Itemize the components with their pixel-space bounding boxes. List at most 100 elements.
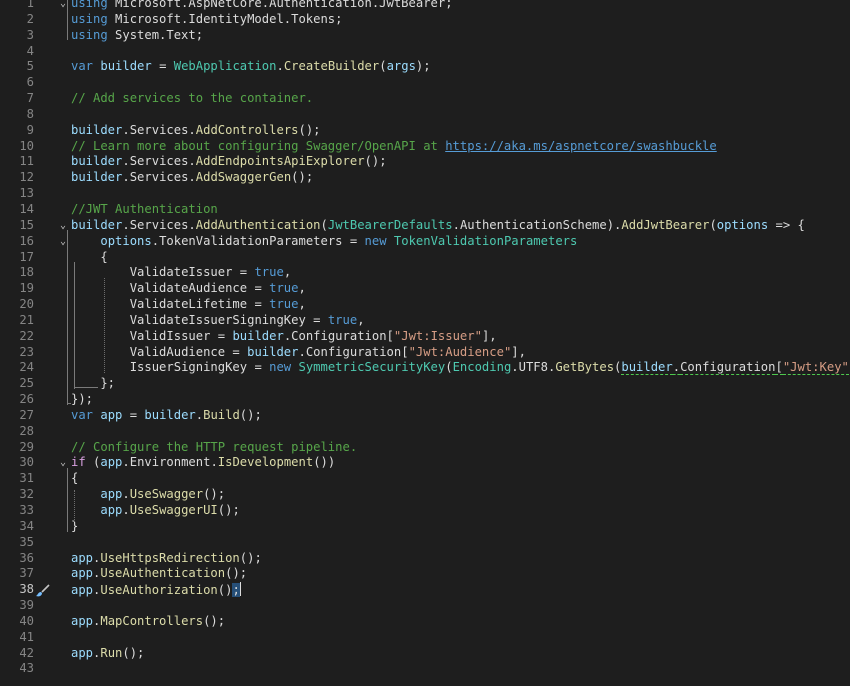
code-line[interactable]: 27 var app = builder.Build(); (0, 408, 850, 424)
code-text: builder.Services.AddEndpointsApiExplorer… (71, 154, 387, 170)
code-token: app (71, 583, 94, 598)
code-token: GetBytes (555, 360, 615, 375)
code-line[interactable]: 39 (0, 598, 850, 614)
code-token: ). (606, 217, 622, 232)
code-line[interactable]: 31 { (0, 471, 850, 487)
code-line[interactable]: 24 IssuerSigningKey = new SymmetricSecur… (0, 360, 850, 376)
code-line[interactable]: 22 ValidIssuer = builder.Configuration["… (0, 329, 850, 345)
code-token: . (122, 217, 130, 232)
code-token: . (195, 407, 204, 422)
code-line[interactable]: 13 (0, 186, 850, 202)
line-number: 27 (19, 407, 34, 422)
line-number: 36 (19, 550, 34, 565)
line-number: 11 (19, 154, 34, 169)
code-line[interactable]: 37 app.UseAuthentication(); (0, 566, 850, 582)
code-line[interactable]: 2 using Microsoft.IdentityModel.Tokens; (0, 12, 850, 28)
code-line[interactable]: 9 builder.Services.AddControllers(); (0, 123, 850, 139)
line-number: 10 (19, 138, 34, 153)
code-token: (); (217, 503, 240, 517)
code-line[interactable]: 21 ValidateIssuerSigningKey = true, (0, 313, 850, 329)
code-line[interactable]: 19 ValidateAudience = true, (0, 281, 850, 297)
line-number: 16 (19, 233, 34, 248)
code-line[interactable]: 7 // Add services to the container. (0, 91, 850, 107)
code-line[interactable]: 11 builder.Services.AddEndpointsApiExplor… (0, 154, 850, 170)
line-number: 13 (19, 186, 34, 201)
code-line[interactable]: 35 (0, 535, 850, 551)
code-token: = (151, 59, 174, 74)
code-token: app (100, 407, 123, 422)
code-token: TokenValidationParameters (393, 233, 578, 248)
code-line[interactable]: 6 (0, 75, 850, 91)
code-line[interactable]: 1 ⌄ using Microsoft.AspNetCore.Authenticat… (0, 0, 850, 12)
code-token: [ (386, 328, 394, 343)
code-text: using Microsoft.AspNetCore.Authenticatio… (71, 0, 453, 12)
code-line[interactable]: 23 ValidAudience = builder.Configuration… (0, 345, 850, 361)
code-line[interactable]: 5 var builder = WebApplication.CreateBuil… (0, 59, 850, 75)
code-line[interactable]: 38 app.UseAuthorization(); (0, 582, 850, 598)
line-number: 41 (19, 629, 34, 644)
code-line[interactable]: 17 { (0, 250, 850, 266)
code-token: app (71, 645, 94, 660)
code-line[interactable]: 26}); (0, 392, 850, 408)
code-token: UseSwagger (129, 487, 204, 502)
code-token: IsDevelopment (217, 455, 314, 470)
code-line[interactable]: 34} (0, 519, 850, 535)
code-token: AuthenticationScheme (459, 217, 607, 232)
code-token: SymmetricSecurityKey (298, 360, 446, 375)
code-line[interactable]: 40 app.MapControllers(); (0, 614, 850, 630)
code-text: // Add services to the container. (71, 91, 313, 107)
code-line[interactable]: 42 app.Run(); (0, 646, 850, 662)
code-token: . (511, 360, 519, 375)
code-token: . (210, 455, 218, 470)
code-text: using System.Text; (71, 28, 203, 44)
code-line[interactable]: 8 (0, 107, 850, 123)
comment-link[interactable]: https://aka.ms/aspnetcore/swashbuckle (445, 139, 717, 153)
code-line[interactable]: 28 (0, 424, 850, 440)
code-line[interactable]: 41 (0, 630, 850, 646)
code-line[interactable]: 25 }; (0, 376, 850, 392)
code-editor[interactable]: 1 ⌄ using Microsoft.AspNetCore.Authenticat… (0, 0, 850, 686)
code-line[interactable]: 30 ⌄ if (app.Environment.IsDevelopment()) (0, 455, 850, 471)
code-text: var builder = WebApplication.CreateBuild… (71, 59, 431, 75)
code-token: (); (364, 154, 387, 169)
code-token: ; (232, 583, 240, 598)
paintbrush-icon[interactable] (35, 584, 51, 598)
code-line[interactable]: 33 app.UseSwaggerUI(); (0, 503, 850, 519)
code-text: builder.Services.AddAuthentication(JwtBe… (71, 218, 805, 234)
code-line[interactable]: 10 // Learn more about configuring Swagge… (0, 139, 850, 155)
code-line[interactable]: 12 builder.Services.AddSwaggerGen(); (0, 170, 850, 186)
code-line[interactable]: 15 ⌄ builder.Services.AddAuthentication(Jw… (0, 218, 850, 234)
code-token: (); (291, 170, 314, 185)
code-line[interactable]: 3 using System.Text; (0, 28, 850, 44)
code-line[interactable]: 36 app.UseHttpsRedirection(); (0, 551, 850, 567)
code-token: true (269, 297, 299, 312)
code-token: ValidAudience (129, 344, 226, 359)
code-line[interactable]: 18 ValidateIssuer = true, (0, 265, 850, 281)
code-text: }); (71, 392, 93, 408)
code-line[interactable]: 32 app.UseSwagger(); (0, 487, 850, 503)
code-token: . (122, 487, 130, 502)
code-token: , (357, 312, 365, 327)
code-token: Microsoft.IdentityModel.Tokens (107, 11, 336, 26)
code-line[interactable]: 43 (0, 661, 850, 677)
code-token: JwtBearerDefaults (327, 217, 453, 232)
code-token: Services (129, 122, 189, 137)
code-line[interactable]: 20 ValidateLifetime = true, (0, 297, 850, 313)
code-token: ( (85, 455, 101, 470)
line-number: 1 (26, 0, 34, 10)
code-token: builder (71, 122, 123, 137)
code-token: AddControllers (195, 122, 299, 137)
code-line[interactable]: 14 //JWT Authentication (0, 202, 850, 218)
code-line[interactable]: 4 (0, 44, 850, 60)
line-number: 29 (19, 439, 34, 454)
code-text: app.UseSwagger(); (71, 487, 225, 503)
code-line[interactable]: 29 // Configure the HTTP request pipeline… (0, 440, 850, 456)
code-line[interactable]: 16 ⌄ options.TokenValidationParameters = … (0, 234, 850, 250)
code-token: AddEndpointsApiExplorer (195, 154, 365, 169)
line-number: 14 (19, 201, 34, 216)
code-token: (); (203, 487, 226, 502)
code-text: if (app.Environment.IsDevelopment()) (71, 455, 335, 471)
